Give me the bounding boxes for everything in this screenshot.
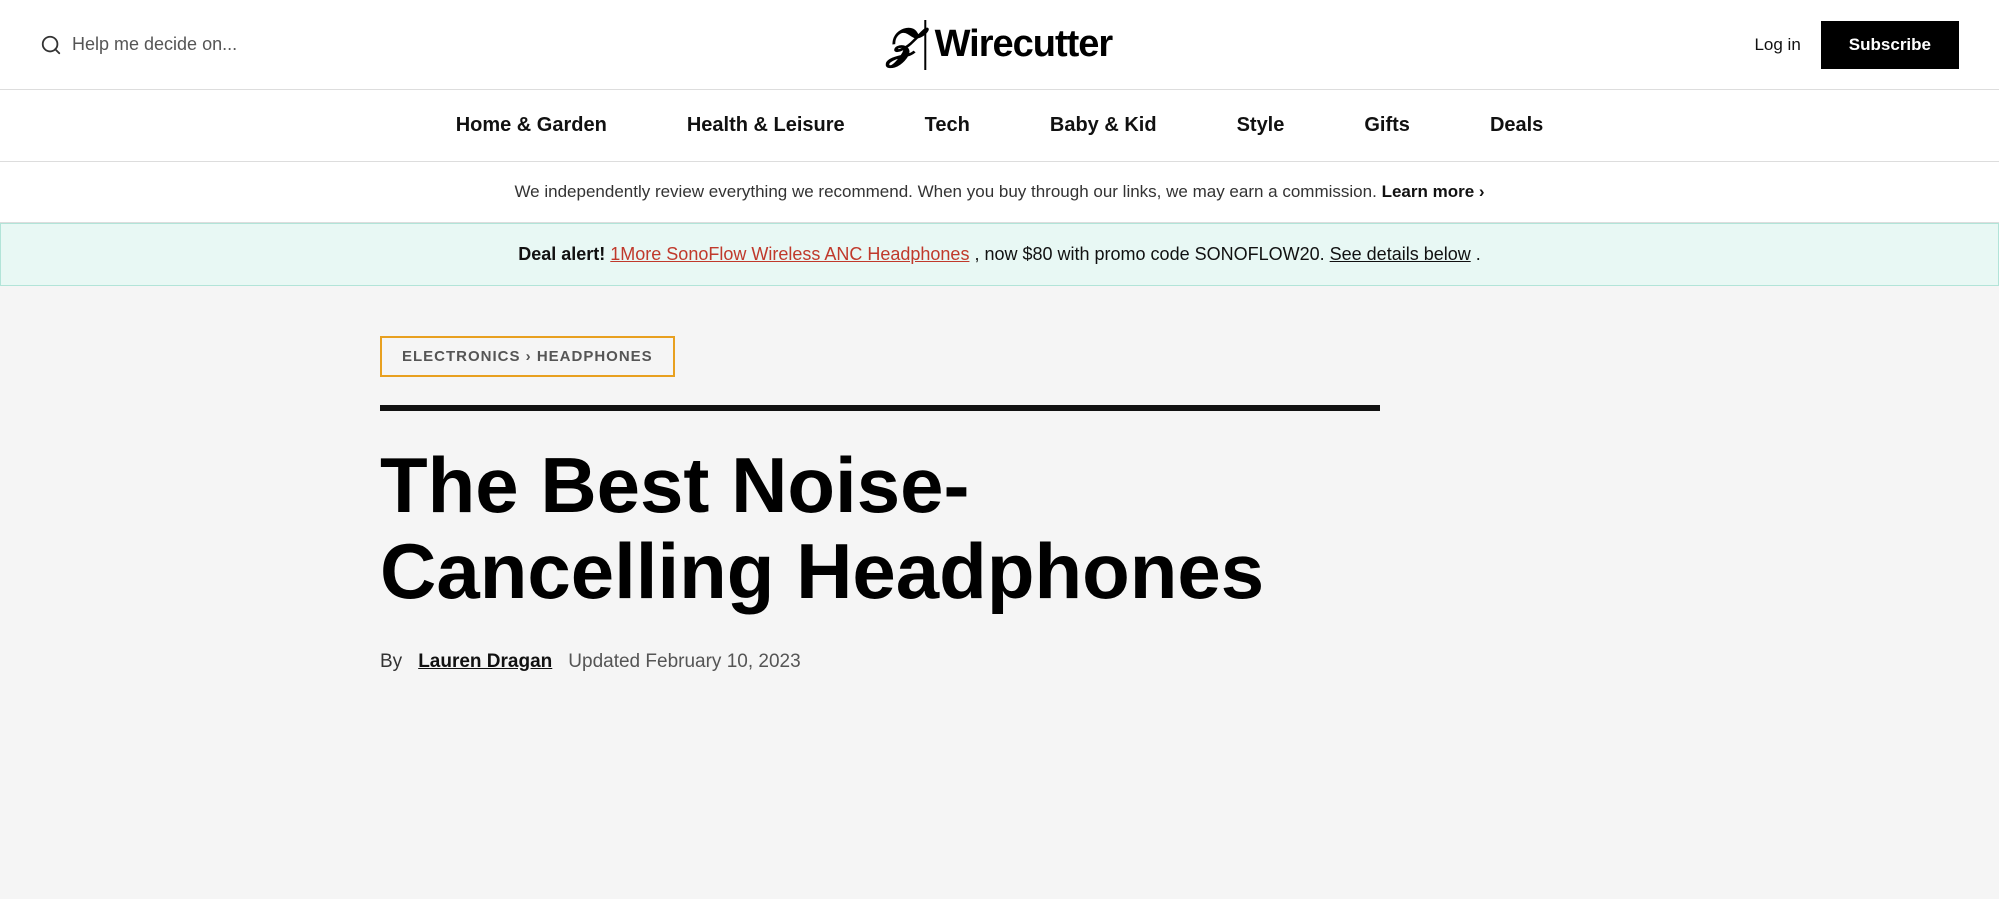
nav-item-deals[interactable]: Deals [1450,90,1583,161]
nav-item-baby-kid[interactable]: Baby & Kid [1010,90,1197,161]
byline-date: Updated February 10, 2023 [568,651,800,673]
disclaimer-body: We independently review everything we re… [514,182,1376,201]
search-trigger[interactable]: Help me decide on... [40,34,237,56]
deal-details-link[interactable]: See details below [1330,244,1471,264]
main-content: ELECTRONICS › HEADPHONES The Best Noise-… [0,286,1999,723]
nyt-logo: 𝓩 [887,21,917,69]
deal-alert-text: Deal alert! 1More SonoFlow Wireless ANC … [518,244,1481,264]
search-icon [40,34,62,56]
byline: By Lauren Dragan Updated February 10, 20… [380,651,1619,673]
site-logo[interactable]: 𝓩 Wirecutter [887,20,1112,70]
breadcrumb-text: ELECTRONICS › HEADPHONES [402,348,653,365]
login-button[interactable]: Log in [1754,35,1800,55]
breadcrumb-wrapper: ELECTRONICS › HEADPHONES [380,336,675,377]
deal-product-link[interactable]: 1More SonoFlow Wireless ANC Headphones [610,244,969,264]
search-placeholder: Help me decide on... [72,34,237,55]
deal-alert-middle: , now $80 with promo code SONOFLOW20. [974,244,1324,264]
article-title: The Best Noise-Cancelling Headphones [380,443,1280,615]
title-divider [380,405,1380,411]
breadcrumb[interactable]: ELECTRONICS › HEADPHONES [380,336,675,377]
logo-divider [925,20,927,70]
nav-item-health-leisure[interactable]: Health & Leisure [647,90,885,161]
header-right: Log in Subscribe [1000,21,1960,69]
main-nav: Home & Garden Health & Leisure Tech Baby… [0,90,1999,162]
deal-alert-end: . [1476,244,1481,264]
nav-item-style[interactable]: Style [1197,90,1325,161]
wirecutter-wordmark: Wirecutter [935,23,1113,66]
deal-alert-bar: Deal alert! 1More SonoFlow Wireless ANC … [0,223,1999,286]
nav-item-home-garden[interactable]: Home & Garden [416,90,647,161]
header-left: Help me decide on... [40,34,1000,56]
disclaimer-text: We independently review everything we re… [514,182,1484,201]
disclaimer-bar: We independently review everything we re… [0,162,1999,223]
site-header: Help me decide on... 𝓩 Wirecutter Log in… [0,0,1999,90]
subscribe-button[interactable]: Subscribe [1821,21,1959,69]
nav-item-tech[interactable]: Tech [885,90,1010,161]
deal-alert-label: Deal alert! [518,244,605,264]
byline-author[interactable]: Lauren Dragan [418,651,552,673]
byline-prefix: By [380,651,402,673]
nav-item-gifts[interactable]: Gifts [1324,90,1450,161]
learn-more-link[interactable]: Learn more › [1382,182,1485,201]
